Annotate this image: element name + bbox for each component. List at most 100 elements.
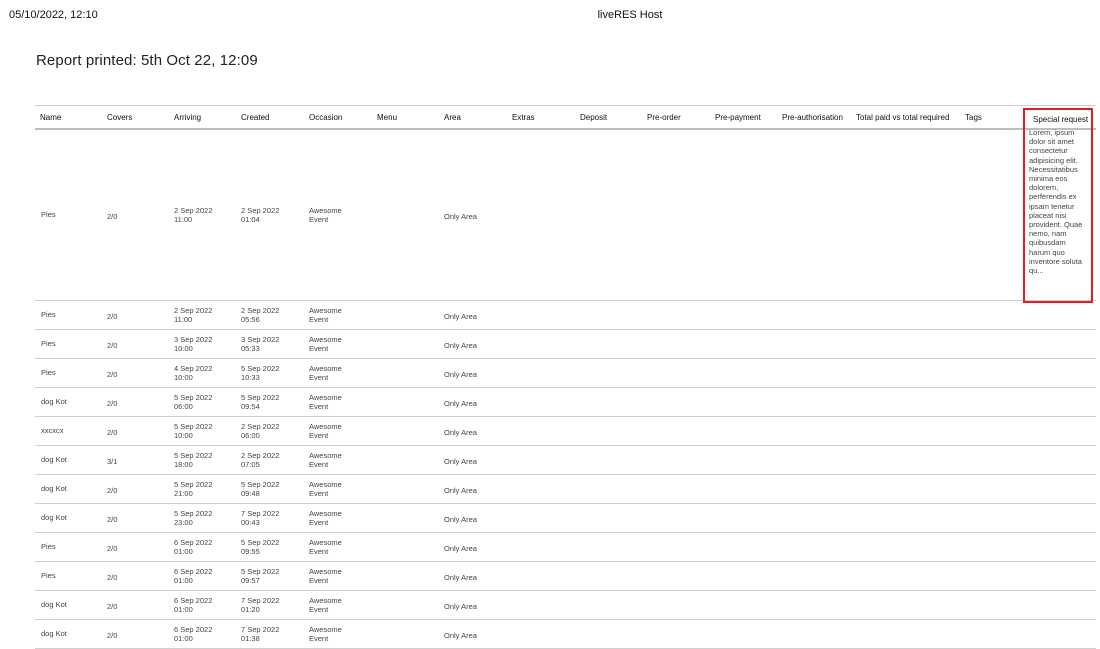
cell-created-time: 01:04 <box>241 215 260 224</box>
cell-covers: 2/0 <box>107 428 118 437</box>
cell-arriving-time: 06:00 <box>174 402 193 411</box>
cell-occasion-line2: Event <box>309 547 329 556</box>
table-row: dog Kot 2/0 6 Sep 2022 01:00 7 Sep 2022 01:20… <box>35 591 1096 620</box>
cell-created-date: 2 Sep 2022 <box>241 451 280 460</box>
cell-occasion-line1: Awesome <box>309 567 342 576</box>
header-extras: Extras <box>512 113 535 122</box>
cell-arriving-date: 6 Sep 2022 <box>174 567 213 576</box>
cell-arriving-date: 2 Sep 2022 <box>174 306 213 315</box>
header-area: Area <box>444 113 461 122</box>
cell-covers: 2/0 <box>107 341 118 350</box>
cell-created-date: 5 Sep 2022 <box>241 538 280 547</box>
header-arriving: Arriving <box>174 113 202 122</box>
cell-area: Only Area <box>444 341 477 350</box>
cell-arriving-date: 5 Sep 2022 <box>174 509 213 518</box>
cell-created-time: 05:33 <box>241 344 260 353</box>
cell-arriving-date: 5 Sep 2022 <box>174 480 213 489</box>
header-totalpaid: Total paid vs total required <box>856 113 950 122</box>
cell-arriving-date: 5 Sep 2022 <box>174 393 213 402</box>
table-row: Pies 2/0 6 Sep 2022 01:00 5 Sep 2022 09:55 Awe… <box>35 533 1096 562</box>
cell-name: dog Kot <box>41 513 67 522</box>
cell-area: Only Area <box>444 515 477 524</box>
cell-created-date: 7 Sep 2022 <box>241 509 280 518</box>
header-created: Created <box>241 113 270 122</box>
cell-occasion-line1: Awesome <box>309 451 342 460</box>
cell-occasion-line1: Awesome <box>309 422 342 431</box>
cell-arriving-time: 11:00 <box>174 315 193 324</box>
cell-name: Pies <box>41 542 56 551</box>
cell-name: Pies <box>41 339 56 348</box>
cell-arriving-time: 01:00 <box>174 547 193 556</box>
cell-arriving-time: 10:00 <box>174 373 193 382</box>
cell-covers: 2/0 <box>107 399 118 408</box>
reservations-table: Name Covers Arriving Created Occasion Menu Are… <box>35 105 1096 649</box>
cell-arriving-date: 6 Sep 2022 <box>174 625 213 634</box>
special-request-highlight: Special request Lorem, ipsum dolor sit am… <box>1023 108 1093 303</box>
cell-area: Only Area <box>444 631 477 640</box>
cell-covers: 2/0 <box>107 312 118 321</box>
cell-occasion-line1: Awesome <box>309 596 342 605</box>
cell-created-time: 01:38 <box>241 634 260 643</box>
cell-occasion-line2: Event <box>309 215 329 224</box>
cell-name: xxcxcx <box>41 426 64 435</box>
cell-name: Pies <box>41 310 56 319</box>
cell-arriving-date: 6 Sep 2022 <box>174 538 213 547</box>
table-row: Pies 2/0 6 Sep 2022 01:00 5 Sep 2022 09:57 Awe… <box>35 562 1096 591</box>
table-row: Pies 2/0 3 Sep 2022 10:00 3 Sep 2022 05:33 Awe… <box>35 330 1096 359</box>
cell-name: Pies <box>41 210 56 219</box>
cell-occasion-line2: Event <box>309 373 329 382</box>
cell-created-time: 09:55 <box>241 547 260 556</box>
header-occasion: Occasion <box>309 113 343 122</box>
cell-name: Pies <box>41 571 56 580</box>
cell-name: dog Kot <box>41 455 67 464</box>
table-row: xxcxcx 2/0 5 Sep 2022 10:00 2 Sep 2022 06:00 A… <box>35 417 1096 446</box>
cell-arriving-time: 18:00 <box>174 460 193 469</box>
header-preauth: Pre-authorisation <box>782 113 843 122</box>
cell-arriving-time: 01:00 <box>174 576 193 585</box>
cell-covers: 2/0 <box>107 631 118 640</box>
cell-occasion-line1: Awesome <box>309 335 342 344</box>
print-title: liveRES Host <box>597 9 663 21</box>
cell-created-date: 5 Sep 2022 <box>241 480 280 489</box>
cell-arriving-date: 5 Sep 2022 <box>174 451 213 460</box>
cell-created-date: 2 Sep 2022 <box>241 306 280 315</box>
cell-occasion-line2: Event <box>309 315 329 324</box>
cell-created-date: 2 Sep 2022 <box>241 206 280 215</box>
table-row: dog Kot 2/0 5 Sep 2022 06:00 5 Sep 2022 09:54… <box>35 388 1096 417</box>
cell-occasion-line2: Event <box>309 489 329 498</box>
cell-arriving-time: 01:00 <box>174 605 193 614</box>
table-row: dog Kot 2/0 6 Sep 2022 01:00 7 Sep 2022 01:38… <box>35 620 1096 649</box>
cell-created-time: 05:56 <box>241 315 260 324</box>
special-request-text: Lorem, ipsum dolor sit amet consectetur … <box>1029 128 1083 276</box>
cell-name: dog Kot <box>41 484 67 493</box>
cell-created-time: 09:54 <box>241 402 260 411</box>
cell-created-date: 5 Sep 2022 <box>241 393 280 402</box>
header-tags: Tags <box>965 113 982 122</box>
cell-occasion-line1: Awesome <box>309 364 342 373</box>
cell-arriving-time: 21:00 <box>174 489 193 498</box>
cell-covers: 2/0 <box>107 515 118 524</box>
cell-arriving-time: 23:00 <box>174 518 193 527</box>
print-header: 05/10/2022, 12:10 liveRES Host <box>0 9 1100 23</box>
table-row: Pies 2/0 2 Sep 2022 11:00 2 Sep 2022 01:04 Awe… <box>35 130 1096 301</box>
table-header-row: Name Covers Arriving Created Occasion Menu Are… <box>35 105 1096 303</box>
cell-created-time: 01:20 <box>241 605 260 614</box>
cell-area: Only Area <box>444 399 477 408</box>
report-title: Report printed: 5th Oct 22, 12:09 <box>36 52 258 69</box>
cell-occasion-line2: Event <box>309 431 329 440</box>
cell-occasion-line2: Event <box>309 634 329 643</box>
cell-created-date: 2 Sep 2022 <box>241 422 280 431</box>
table-row: dog Kot 2/0 5 Sep 2022 23:00 7 Sep 2022 00:43… <box>35 504 1096 533</box>
table-row: Pies 2/0 2 Sep 2022 11:00 2 Sep 2022 05:56 Awe… <box>35 301 1096 330</box>
cell-occasion-line2: Event <box>309 402 329 411</box>
cell-arriving-date: 3 Sep 2022 <box>174 335 213 344</box>
cell-arriving-date: 4 Sep 2022 <box>174 364 213 373</box>
cell-occasion-line2: Event <box>309 460 329 469</box>
cell-created-date: 3 Sep 2022 <box>241 335 280 344</box>
cell-created-time: 06:00 <box>241 431 260 440</box>
cell-created-time: 07:05 <box>241 460 260 469</box>
cell-created-time: 00:43 <box>241 518 260 527</box>
cell-area: Only Area <box>444 602 477 611</box>
cell-covers: 2/0 <box>107 212 118 221</box>
cell-name: dog Kot <box>41 397 67 406</box>
